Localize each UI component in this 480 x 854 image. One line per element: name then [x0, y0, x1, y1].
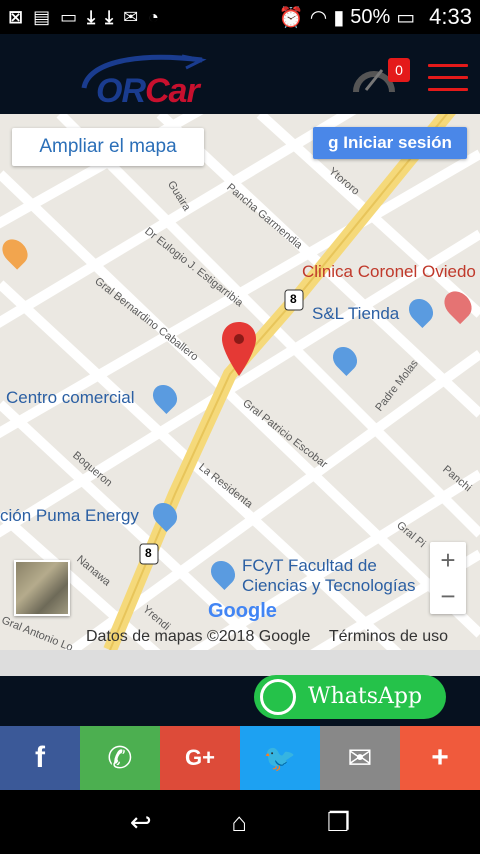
map-view[interactable]: Guaira Pancha Garmendia Ytororo Dr Eulog… — [0, 114, 480, 650]
more-share-button[interactable]: + — [400, 726, 480, 790]
googleplus-share-button[interactable]: G+ — [160, 726, 240, 790]
whatsapp-icon — [260, 679, 296, 715]
status-bar: ⊠ ▤ ▭ ⤓ ⤓ ✉ ◔ ⏰ ◠ ▮ 50% ▭ 4:33 — [0, 0, 480, 34]
download-icon: ⤓ — [87, 6, 96, 27]
recents-icon[interactable]: ❐ — [327, 807, 350, 838]
poi-faculty-label[interactable]: FCyT Facultad de — [242, 556, 377, 576]
wifi-icon: ◠ — [309, 6, 328, 29]
route-shield: 8 — [145, 546, 152, 560]
zoom-out-button[interactable]: − — [430, 578, 466, 614]
system-status: ⏰ ◠ ▮ 50% ▭ 4:33 — [279, 4, 472, 30]
app-header: ORCar 0 — [0, 34, 480, 114]
sync-icon: ◔ — [148, 6, 160, 27]
map-attribution: Datos de mapas ©2018 Google Términos de … — [86, 628, 448, 645]
google-logo: Google — [208, 600, 277, 622]
notification-badge: 0 — [388, 58, 410, 82]
alarm-icon: ⏰ — [278, 6, 304, 29]
satellite-toggle[interactable] — [14, 560, 70, 616]
poi-faculty-label-2[interactable]: Ciencias y Tecnologías — [242, 576, 416, 596]
android-nav-bar: ↩ ⌂ ❐ — [0, 790, 480, 854]
battery-icon: ▭ — [396, 6, 416, 29]
orcar-logo[interactable]: ORCar — [78, 44, 238, 110]
twitter-share-button[interactable]: 🐦 — [240, 726, 320, 790]
notification-icon: ⊠ — [8, 6, 24, 27]
expand-map-button[interactable]: Ampliar el mapa — [12, 128, 204, 166]
zoom-controls: + − — [430, 542, 466, 614]
home-icon[interactable]: ⌂ — [231, 807, 247, 838]
image-icon: ▭ — [60, 6, 78, 27]
location-pin-icon[interactable] — [220, 320, 258, 378]
terms-link[interactable]: Términos de uso — [329, 628, 448, 645]
back-icon[interactable]: ↩ — [130, 807, 152, 838]
signal-icon: ▮ — [333, 6, 345, 29]
menu-icon[interactable] — [428, 64, 468, 94]
email-share-button[interactable]: ✉ — [320, 726, 400, 790]
mail-icon: ✉ — [123, 6, 139, 27]
document-icon: ▤ — [33, 6, 51, 27]
battery-text: 50% — [350, 5, 391, 28]
login-button[interactable]: g Iniciar sesión — [313, 127, 467, 159]
share-bar: f ✆ G+ 🐦 ✉ + — [0, 726, 480, 790]
route-shield: 8 — [290, 292, 297, 306]
content-strip — [0, 650, 480, 676]
whatsapp-button[interactable]: WhatsApp — [254, 675, 446, 719]
whatsapp-share-button[interactable]: ✆ — [80, 726, 160, 790]
zoom-in-button[interactable]: + — [430, 542, 466, 578]
notification-icons: ⊠ ▤ ▭ ⤓ ⤓ ✉ ◔ — [8, 7, 159, 28]
clock: 4:33 — [429, 4, 472, 29]
poi-fuel-label[interactable]: ción Puma Energy — [0, 506, 139, 526]
download-icon: ⤓ — [105, 6, 114, 27]
facebook-share-button[interactable]: f — [0, 726, 80, 790]
poi-clinic-label[interactable]: Clinica Coronel Oviedo — [302, 262, 476, 282]
poi-store-label[interactable]: S&L Tienda — [312, 304, 399, 324]
google-g-icon: g — [328, 133, 344, 152]
logo-text: ORCar — [96, 72, 200, 110]
poi-mall-label[interactable]: Centro comercial — [6, 388, 135, 408]
